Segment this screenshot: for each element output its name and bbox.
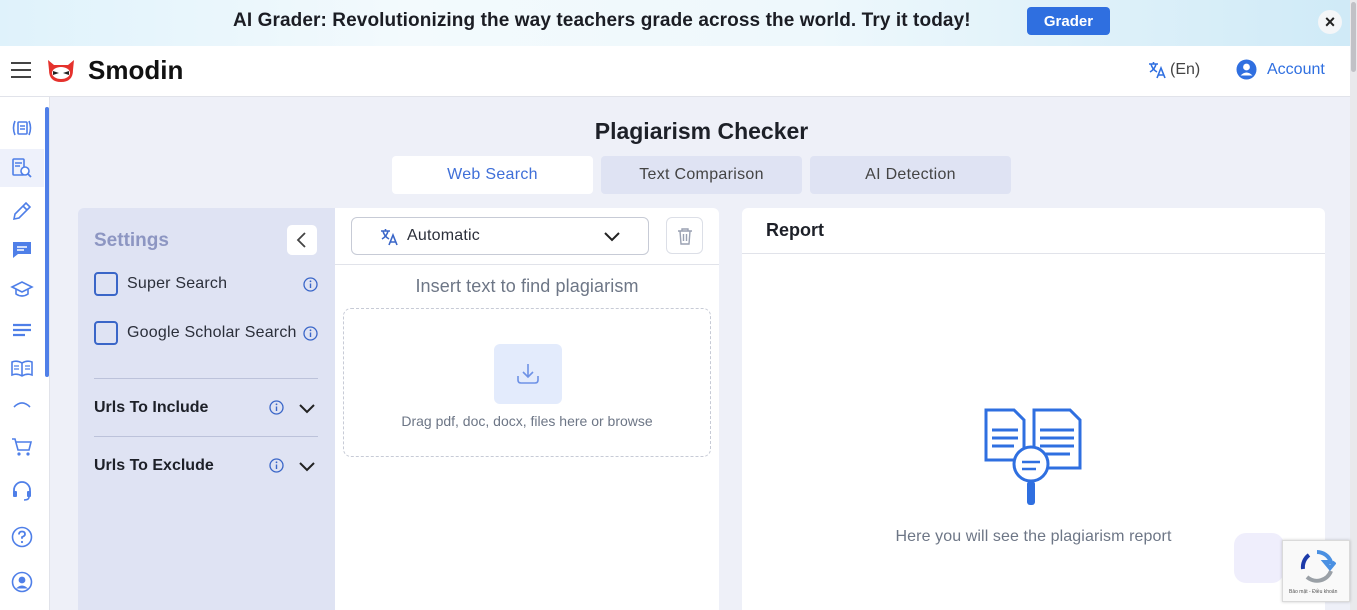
- language-dropdown[interactable]: Automatic: [351, 217, 649, 255]
- clear-text-button[interactable]: [666, 217, 703, 254]
- recaptcha-footer[interactable]: Bảo mật - Điều khoản: [1289, 589, 1337, 595]
- urls-exclude-info-icon[interactable]: [269, 458, 284, 473]
- promo-banner-text: AI Grader: Revolutionizing the way teach…: [233, 10, 971, 31]
- super-search-option[interactable]: Super Search: [94, 272, 227, 296]
- google-scholar-info-icon[interactable]: [303, 326, 318, 341]
- trash-icon: [678, 228, 692, 245]
- account-label: Account: [1267, 60, 1325, 78]
- urls-include-chevron-down-icon[interactable]: [298, 403, 316, 415]
- google-scholar-checkbox[interactable]: [94, 321, 118, 345]
- recaptcha-badge[interactable]: Bảo mật - Điều khoản: [1282, 540, 1350, 602]
- headset-icon[interactable]: [10, 479, 34, 503]
- urls-exclude-label[interactable]: Urls To Exclude: [94, 457, 214, 475]
- close-banner-icon[interactable]: ×: [1318, 10, 1342, 34]
- settings-panel: Settings Super Search Google Scholar Sea…: [78, 208, 335, 610]
- tab-ai-detection[interactable]: AI Detection: [810, 156, 1011, 194]
- chat-widget-button[interactable]: [1234, 533, 1284, 583]
- language-label: (En): [1170, 61, 1201, 78]
- text-input-placeholder[interactable]: Insert text to find plagiarism: [335, 276, 719, 297]
- page-scrollbar[interactable]: [1350, 0, 1357, 610]
- dropzone-text: Drag pdf, doc, docx, files here or brows…: [401, 413, 653, 429]
- top-header: Smodin (En) Account: [0, 46, 1350, 97]
- report-title: Report: [766, 220, 824, 240]
- user-icon[interactable]: [10, 570, 34, 594]
- urls-include-label[interactable]: Urls To Include: [94, 399, 208, 417]
- sidebar-scroll-indicator[interactable]: [45, 107, 49, 377]
- chat-icon[interactable]: [10, 238, 34, 262]
- book-icon[interactable]: [10, 357, 34, 381]
- text-input-panel: Automatic Insert text to find plagiarism…: [335, 208, 719, 610]
- summarizer-lines-icon[interactable]: [10, 318, 34, 342]
- settings-divider: [94, 436, 318, 437]
- chevron-left-icon: [296, 232, 306, 248]
- super-search-label: Super Search: [127, 275, 228, 292]
- super-search-checkbox[interactable]: [94, 272, 118, 296]
- hamburger-menu-icon[interactable]: [11, 62, 31, 78]
- pencil-icon[interactable]: [10, 199, 34, 223]
- recaptcha-logo-icon: [1300, 550, 1336, 583]
- google-scholar-option[interactable]: Google Scholar Search: [94, 321, 297, 345]
- account-link[interactable]: Account: [1236, 59, 1325, 80]
- promo-banner: AI Grader: Revolutionizing the way teach…: [0, 0, 1357, 46]
- urls-exclude-chevron-down-icon[interactable]: [298, 461, 316, 473]
- grader-button[interactable]: Grader: [1027, 7, 1110, 35]
- language-selector[interactable]: (En): [1147, 60, 1200, 80]
- download-tray-icon: [517, 364, 539, 384]
- file-dropzone[interactable]: Drag pdf, doc, docx, files here or brows…: [343, 308, 711, 457]
- left-sidebar: [0, 97, 50, 610]
- scrollbar-thumb[interactable]: [1351, 2, 1356, 72]
- plagiarism-checker-icon[interactable]: [10, 156, 34, 180]
- page-title: Plagiarism Checker: [594, 118, 809, 144]
- settings-divider: [94, 378, 318, 379]
- graduation-cap-icon[interactable]: [10, 278, 34, 302]
- translate-icon: [1149, 62, 1166, 79]
- input-separator: [335, 264, 719, 265]
- tab-text-comparison[interactable]: Text Comparison: [601, 156, 802, 194]
- google-scholar-label: Google Scholar Search: [127, 324, 297, 341]
- chevron-down-icon: [604, 232, 620, 242]
- settings-title: Settings: [94, 230, 169, 251]
- more-icon[interactable]: [10, 397, 34, 421]
- help-icon[interactable]: [10, 525, 34, 549]
- cart-icon[interactable]: [10, 435, 34, 459]
- account-icon: [1236, 59, 1257, 80]
- super-search-info-icon[interactable]: [303, 277, 318, 292]
- language-dropdown-value: Automatic: [407, 227, 480, 244]
- translate-icon: [381, 229, 398, 246]
- brand-name[interactable]: Smodin: [88, 55, 183, 86]
- report-separator: [742, 253, 1325, 254]
- urls-include-info-icon[interactable]: [269, 400, 284, 415]
- smodin-logo-icon[interactable]: [45, 56, 77, 84]
- collapse-settings-button[interactable]: [287, 225, 317, 255]
- tab-web-search[interactable]: Web Search: [392, 156, 593, 194]
- upload-button[interactable]: [494, 344, 562, 404]
- documents-magnifier-illustration-icon: [984, 408, 1082, 505]
